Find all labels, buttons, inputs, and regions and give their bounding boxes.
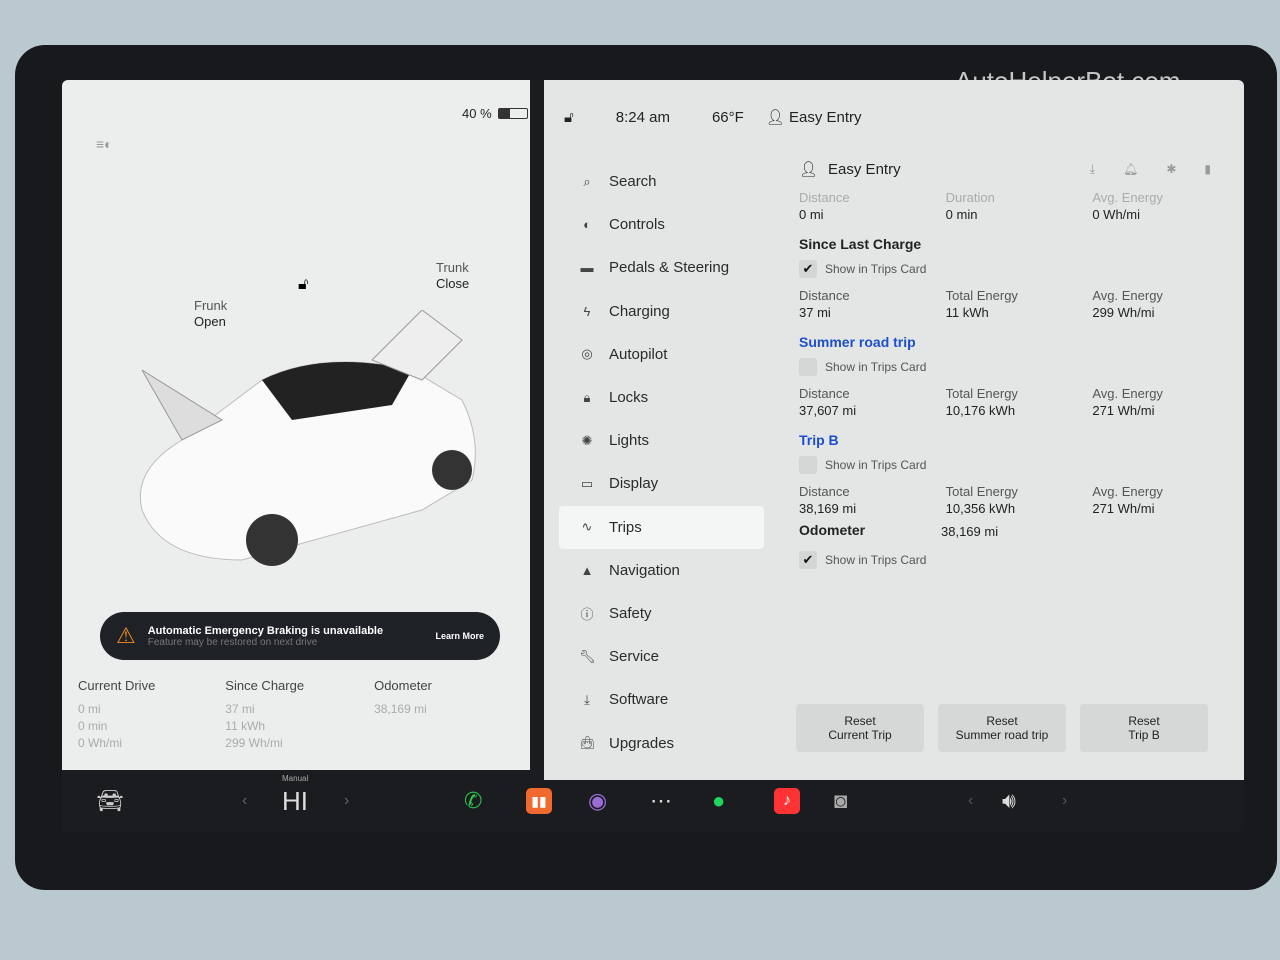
drive-summary: Current Drive 0 mi 0 min 0 Wh/mi Since Char… [78,678,518,752]
reset-buttons: Reset Current Trip Reset Summer road trip… [796,704,1208,752]
trips-icon: ∿ [581,519,593,535]
volume-down-icon[interactable]: ‹ [968,792,973,810]
show-in-trips-checkbox[interactable]: Show in Trips Card [799,358,1239,376]
trip-section: Trip B Show in Trips Card Distance 38,169… [799,432,1239,516]
menu-item-upgrades[interactable]: 👜︎ Upgrades [559,721,764,764]
menu-item-controls[interactable]: ◐ Controls [559,203,764,246]
menu-item-pedals-steering[interactable]: ▬ Pedals & Steering [559,246,764,289]
checkbox [799,358,817,376]
trip-title: Summer road trip [799,334,916,350]
settings-menu: ⌕ Search ◐ Controls ▬ Pedals & Steering ϟ Charg… [559,160,764,765]
current-trip-stats: Distance 0 mi Duration 0 min Avg. Energy 0 … [799,190,1163,222]
current-drive-stats: Current Drive 0 mi 0 min 0 Wh/mi [78,678,156,750]
wrench-icon: 🔧︎ [579,648,596,664]
touchscreen: 40 % ≡◐ Frunk Open Trunk Close 🔓︎ ⚠ Automa… [62,80,1244,832]
trips-profile[interactable]: 👤︎ Easy Entry ⤓🔔︎✱▮ [799,160,1239,179]
car-icon: ▬ [580,260,594,276]
battery-indicator: 40 % [462,106,528,121]
menu-item-charging[interactable]: ϟ Charging [559,290,764,333]
steering-wheel-icon: ◎ [581,346,593,362]
lock-status-icon[interactable]: 🔓︎ [564,109,574,126]
since-charge-stats: Since Charge 37 mi 11 kWh 299 Wh/mi [225,678,305,750]
menu-item-safety[interactable]: ⓘ Safety [559,592,764,635]
aeb-alert: ⚠ Automatic Emergency Braking is unavail… [100,612,500,660]
reset-button[interactable]: Reset Summer road trip [938,704,1066,752]
show-in-trips-checkbox[interactable]: ✔ Show in Trips Card [799,260,1239,278]
status-icons: ⤓🔔︎✱▮ [1089,161,1239,176]
person-icon: 👤︎ [799,161,819,178]
menu-item-navigation[interactable]: ▲ Navigation [559,549,764,592]
menu-item-search[interactable]: ⌕ Search [559,160,764,203]
temp-up-icon[interactable]: › [344,792,349,810]
navigation-icon: ▲ [580,562,594,578]
clock: 8:24 am [615,108,670,126]
car-image [139,310,476,566]
climate-temp[interactable]: HI [282,786,308,817]
trip-section: Summer road trip Show in Trips Card Dist… [799,334,1239,418]
safety-icon: ⓘ [580,606,594,622]
vehicle-panel: 40 % ≡◐ Frunk Open Trunk Close 🔓︎ ⚠ Automa… [62,80,530,770]
profile-button[interactable]: 👤︎ Easy Entry [766,108,862,126]
car-icon[interactable]: 🚘︎ [96,788,124,814]
bottom-dock: 🚘︎ ‹ Manual HI › ✆ ▮▮ ◉ ⋯ ● ♪ ◙ ‹ 🔊︎ › [62,770,1244,832]
reset-button[interactable]: Reset Trip B [1080,704,1208,752]
temp-down-icon[interactable]: ‹ [242,792,247,810]
bolt-icon: ϟ [583,303,591,319]
phone-icon[interactable]: ✆ [464,788,482,814]
trip-section: Since Last Charge ✔ Show in Trips Card Di… [799,236,1239,320]
music-icon[interactable]: ♪ [774,788,800,814]
lock-icon: 🔒︎ [583,389,591,405]
warning-icon: ⚠ [116,623,136,648]
voice-icon[interactable]: ▮▮ [526,788,552,814]
menu-item-trips[interactable]: ∿ Trips [559,505,764,549]
trip-title: Trip B [799,432,839,448]
trip-title: Since Last Charge [799,236,922,252]
search-icon: ⌕ [583,173,591,189]
display-icon: ▭ [580,475,594,491]
menu-item-locks[interactable]: 🔒︎ Locks [559,376,764,419]
odometer-show-checkbox[interactable]: ✔ Show in Trips Card [799,551,1239,569]
person-icon: 👤︎ [765,109,785,126]
unlock-icon[interactable]: 🔓︎ [298,276,308,294]
spotify-icon[interactable]: ● [712,788,725,814]
headlight-icon[interactable]: ≡◐ [96,136,113,152]
checkbox [799,456,817,474]
dashcam-icon[interactable]: ◙ [834,788,847,814]
download-icon: ⤓ [584,691,590,707]
temperature: 66°F [711,108,744,126]
climate-mode: Manual [282,774,309,783]
light-icon: ✺ [581,432,593,448]
checkbox: ✔ [799,260,817,278]
settings-panel: 🔓︎ 8:24 am 66°F 👤︎ Easy Entry ⌕ Search ◐ Co… [544,80,1244,780]
status-bar: 🔓︎ 8:24 am 66°F 👤︎ Easy Entry [544,80,1244,154]
bag-icon: 👜︎ [579,735,596,751]
reset-button[interactable]: Reset Current Trip [796,704,924,752]
trips-content: 👤︎ Easy Entry ⤓🔔︎✱▮ Distance 0 mi Duration… [799,160,1239,579]
menu-item-autopilot[interactable]: ◎ Autopilot [559,333,764,376]
odometer-stats: Odometer 38,169 mi [374,678,432,716]
trunk-button[interactable]: Trunk Close [436,260,469,292]
toggle-icon: ◐ [583,217,591,233]
menu-item-software[interactable]: ⤓ Software [559,678,764,721]
more-icon[interactable]: ⋯ [650,788,672,814]
volume-icon[interactable]: 🔊︎ [1002,788,1016,814]
menu-item-service[interactable]: 🔧︎ Service [559,635,764,678]
camera-icon[interactable]: ◉ [588,788,607,814]
volume-up-icon[interactable]: › [1062,792,1067,810]
menu-item-display[interactable]: ▭ Display [559,462,764,505]
odometer-row: Odometer 38,169 mi [799,522,999,539]
menu-item-lights[interactable]: ✺ Lights [559,419,764,462]
learn-more-button[interactable]: Learn More [435,631,484,641]
show-in-trips-checkbox[interactable]: Show in Trips Card [799,456,1239,474]
